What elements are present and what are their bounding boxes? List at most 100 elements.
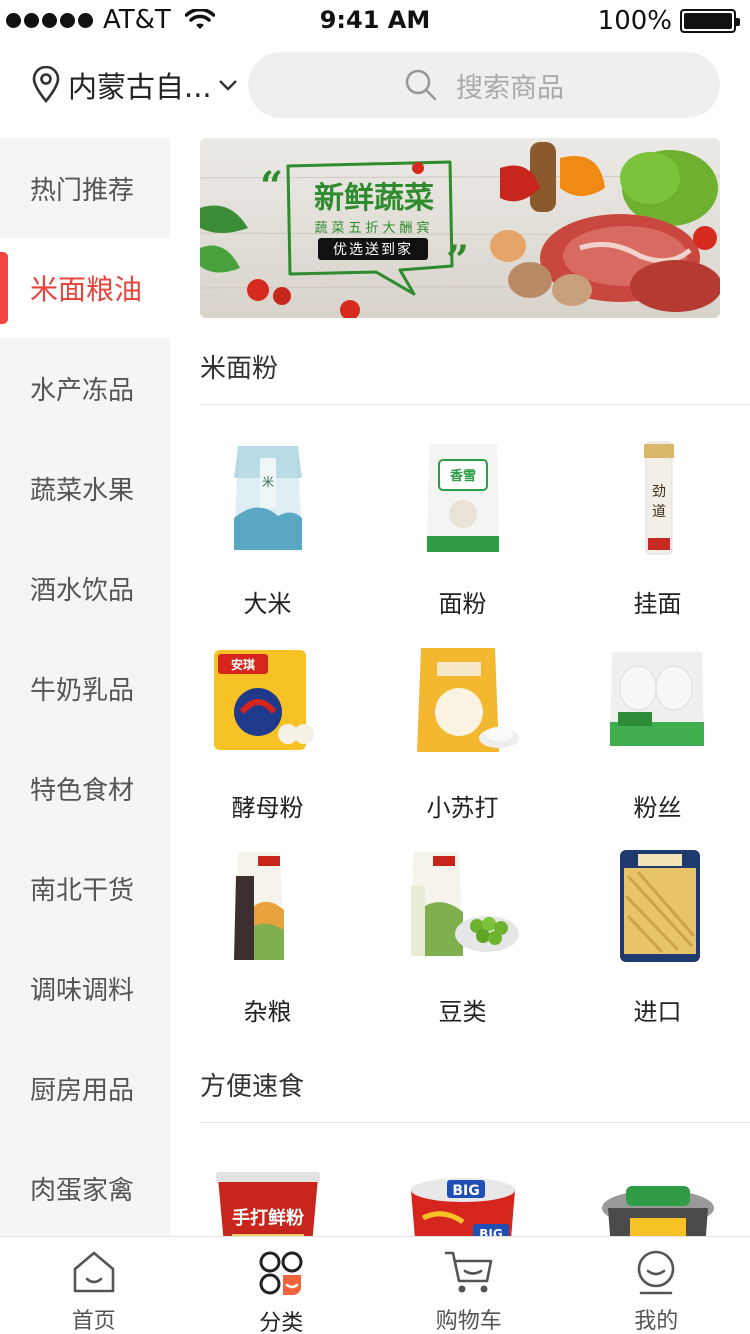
product-category-item[interactable]: 豆类 [365,846,560,1027]
banner-title: 新鲜蔬菜 [314,181,434,216]
sidebar-item-label: 酒水饮品 [30,575,135,606]
bean-bag-icon [403,846,523,966]
tab-profile[interactable]: 我的 [563,1237,750,1334]
section-title-rice-flour: 米面粉 [200,354,279,384]
search-icon [405,69,437,101]
sidebar-item-9[interactable]: 厨房用品 [0,1038,170,1138]
chevron-down-icon [218,80,237,91]
svg-text:手打鲜粉: 手打鲜粉 [232,1207,304,1229]
sidebar-item-10[interactable]: 肉蛋家禽 [0,1138,170,1238]
sidebar-item-8[interactable]: 调味调料 [0,938,170,1038]
banner-artwork: “ ” 新鲜蔬菜 蔬菜五折大酬宾 优选送到家 [200,138,720,318]
sidebar-item-label: 肉蛋家禽 [30,1175,135,1206]
big-noodle-bowl-icon: BIG BIG [403,1168,523,1236]
sidebar-item-label: 特色食材 [30,775,135,806]
sidebar-item-label: 牛奶乳品 [30,675,135,706]
tab-label: 首页 [71,1309,116,1334]
section-divider [200,1122,750,1123]
noodle-pack-icon: 劲道 [598,438,718,558]
tab-label: 我的 [634,1309,679,1334]
banner-subtitle: 蔬菜五折大酬宾 [314,220,433,236]
tab-label: 分类 [259,1311,304,1334]
svg-text:道: 道 [652,504,666,520]
baking-soda-icon [403,642,523,762]
sidebar-item-label: 米面粮油 [30,273,143,306]
product-category-item[interactable]: 安琪 酵母粉 [170,642,365,823]
self-heating-pot-icon [598,1168,718,1236]
product-category-item[interactable]: 粉丝 [560,642,750,823]
header: 内蒙古自... 搜索商品 [0,48,750,128]
location-pin-icon [32,66,60,103]
product-category-label: 大米 [243,590,292,618]
profile-icon [633,1249,679,1299]
product-category-label: 酵母粉 [231,794,304,822]
tab-bar: 首页 分类 购物车 我的 [0,1236,750,1334]
banner-tag: 优选送到家 [333,241,413,258]
sidebar-item-4[interactable]: 酒水饮品 [0,538,170,638]
product-category-item[interactable]: 进口 [560,846,750,1027]
product-category-item[interactable]: 米大米 [170,438,365,619]
sidebar-item-label: 南北干货 [30,875,135,906]
product-category-label: 挂面 [633,590,682,618]
home-icon [71,1249,117,1299]
sidebar-item-label: 蔬菜水果 [30,475,135,506]
product-category-item[interactable]: 小苏打 [365,642,560,823]
flour-bag-icon: 香雪 [403,438,523,558]
product-category-item[interactable]: BIG BIG [365,1168,560,1236]
svg-text:”: ” [446,237,469,284]
tab-label: 购物车 [435,1309,502,1334]
status-bar: AT&T 9:41 AM 100% [0,0,750,40]
pasta-bag-icon [598,846,718,966]
cart-icon [443,1249,495,1299]
product-category-label: 粉丝 [633,794,682,822]
sidebar-item-1[interactable]: 米面粮油 [0,238,170,338]
location-label: 内蒙古自... [68,70,212,104]
product-category-item[interactable]: 香雪 面粉 [365,438,560,619]
product-category-label: 豆类 [438,998,487,1026]
category-icon [257,1249,305,1301]
product-category-item[interactable]: 杂粮 [170,846,365,1027]
category-sidebar: 热门推荐米面粮油水产冻品蔬菜水果酒水饮品牛奶乳品特色食材南北干货调味调料厨房用品… [0,138,170,1236]
product-category-label: 杂粮 [243,998,292,1026]
svg-text:“: “ [260,163,283,210]
vermicelli-icon [598,642,718,762]
location-selector[interactable]: 内蒙古自... [30,62,238,108]
product-category-label: 小苏打 [426,794,499,822]
sidebar-item-label: 调味调料 [30,975,135,1006]
tab-cart[interactable]: 购物车 [375,1237,563,1334]
tab-home[interactable]: 首页 [0,1237,188,1334]
sidebar-item-5[interactable]: 牛奶乳品 [0,638,170,738]
svg-text:安琪: 安琪 [230,657,254,672]
product-category-item[interactable]: 劲道挂面 [560,438,750,619]
promo-banner[interactable]: “ ” 新鲜蔬菜 蔬菜五折大酬宾 优选送到家 [200,138,720,318]
sidebar-item-label: 水产冻品 [30,375,135,406]
battery-icon [680,9,740,33]
sidebar-item-label: 厨房用品 [30,1075,135,1106]
product-category-label: 进口 [633,998,682,1026]
tab-category[interactable]: 分类 [188,1237,376,1334]
instant-noodle-cup-icon: 手打鲜粉 [208,1168,328,1236]
rice-bag-icon: 米 [208,438,328,558]
yeast-box-icon: 安琪 [208,642,328,762]
battery-percent: 100% [597,6,672,36]
sidebar-item-6[interactable]: 特色食材 [0,738,170,838]
sidebar-item-label: 热门推荐 [30,175,135,206]
svg-text:BIG: BIG [479,1227,502,1236]
search-input[interactable]: 搜索商品 [248,52,720,118]
product-category-item[interactable] [560,1168,750,1236]
sidebar-item-0[interactable]: 热门推荐 [0,138,170,238]
svg-text:BIG: BIG [452,1183,479,1199]
sidebar-item-2[interactable]: 水产冻品 [0,338,170,438]
section-title-instant-food: 方便速食 [200,1072,305,1102]
battery-group: 100% [597,6,740,36]
product-category-item[interactable]: 手打鲜粉 [170,1168,365,1236]
grain-bag-icon [208,846,328,966]
category-content: “ ” 新鲜蔬菜 蔬菜五折大酬宾 优选送到家 米面粉 米大米 香雪 面粉劲道挂面 安琪… [170,138,750,1236]
section-divider [200,404,750,405]
sidebar-item-7[interactable]: 南北干货 [0,838,170,938]
svg-text:米: 米 [261,475,273,489]
product-category-label: 面粉 [438,590,487,618]
sidebar-item-3[interactable]: 蔬菜水果 [0,438,170,538]
svg-text:香雪: 香雪 [448,468,475,484]
search-placeholder: 搜索商品 [456,72,564,104]
